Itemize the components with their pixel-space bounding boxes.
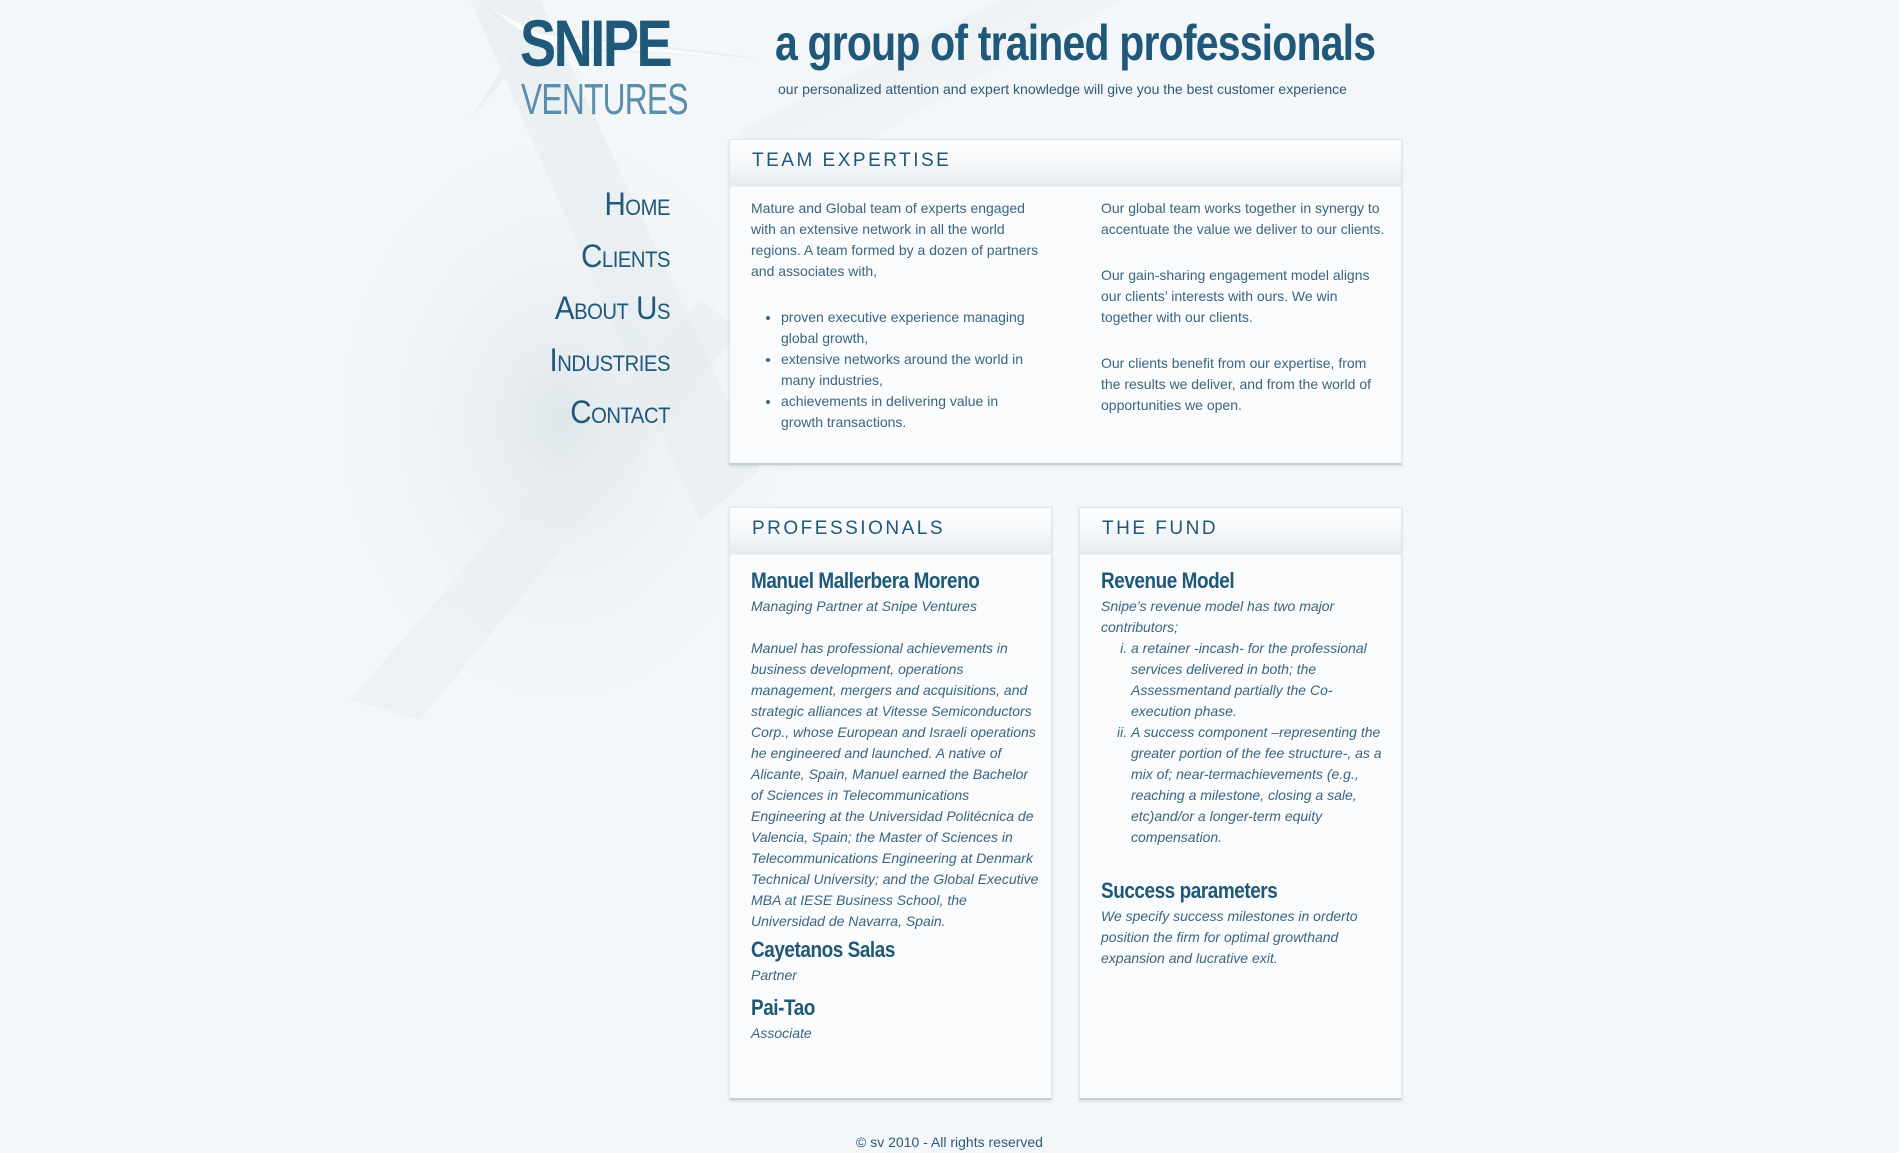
- nav-home[interactable]: Home: [549, 178, 670, 230]
- team-intro: Mature and Global team of experts engage…: [751, 200, 1039, 279]
- revenue-intro: Snipe’s revenue model has two major cont…: [1101, 598, 1335, 635]
- logo-ventures-text[interactable]: VENTURES: [521, 78, 688, 122]
- success-parameters-heading: Success parameters: [1101, 878, 1278, 903]
- page-tagline: a group of trained professionals: [775, 15, 1376, 71]
- revenue-list: a retainer -incash- for the professional…: [1101, 638, 1391, 848]
- list-item: proven executive experience managing glo…: [781, 307, 1041, 349]
- team-expertise-right-column: Our global team works together in synerg…: [1101, 198, 1386, 441]
- revenue-model-heading: Revenue Model: [1101, 568, 1235, 593]
- team-expertise-left-column: Mature and Global team of experts engage…: [751, 198, 1041, 433]
- logo-snipe-text[interactable]: SNIPE: [520, 10, 673, 76]
- fund-title: THE FUND: [1102, 518, 1219, 539]
- list-item: extensive networks around the world in m…: [781, 349, 1041, 391]
- professionals-title: PROFESSIONALS: [752, 518, 945, 539]
- person-name: Pai-Tao: [751, 995, 815, 1020]
- success-text: We specify success milestones in orderto…: [1101, 908, 1358, 966]
- person-role: Associate: [751, 1025, 812, 1041]
- person-name: Manuel Mallerbera Moreno: [751, 568, 980, 593]
- nav-clients[interactable]: Clients: [549, 230, 670, 282]
- footer-copyright: © sv 2010 - All rights reserved: [856, 1134, 1043, 1150]
- person-name: Cayetanos Salas: [751, 937, 895, 962]
- nav-industries[interactable]: Industries: [549, 334, 670, 386]
- team-expertise-title: TEAM EXPERTISE: [752, 150, 952, 171]
- team-paragraph: Our global team works together in synerg…: [1101, 200, 1385, 237]
- professionals-panel: PROFESSIONALS Manuel Mallerbera Moreno M…: [729, 507, 1052, 1100]
- fund-content: Revenue Model Snipe’s revenue model has …: [1101, 566, 1391, 969]
- team-expertise-panel: TEAM EXPERTISE Mature and Global team of…: [729, 139, 1402, 465]
- team-bullet-list: proven executive experience managing glo…: [751, 307, 1041, 433]
- nav-about-us[interactable]: About Us: [549, 282, 671, 334]
- team-paragraph: Our gain-sharing engagement model aligns…: [1101, 267, 1370, 325]
- team-paragraph: Our clients benefit from our expertise, …: [1101, 355, 1372, 413]
- person-role: Partner: [751, 967, 797, 983]
- list-item: achievements in delivering value in grow…: [781, 391, 1041, 433]
- list-item: a retainer -incash- for the professional…: [1131, 638, 1391, 722]
- main-nav: Home Clients About Us Industries Contact: [539, 178, 670, 438]
- nav-contact[interactable]: Contact: [549, 386, 670, 438]
- person-role: Managing Partner at Snipe Ventures: [751, 598, 977, 614]
- professionals-list: Manuel Mallerbera Moreno Managing Partne…: [751, 566, 1041, 1065]
- list-item: A success component –representing the gr…: [1131, 722, 1391, 848]
- page-subtagline: our personalized attention and expert kn…: [778, 81, 1347, 97]
- person-bio: Manuel has professional achievements in …: [751, 640, 1039, 929]
- fund-panel: THE FUND Revenue Model Snipe’s revenue m…: [1079, 507, 1402, 1100]
